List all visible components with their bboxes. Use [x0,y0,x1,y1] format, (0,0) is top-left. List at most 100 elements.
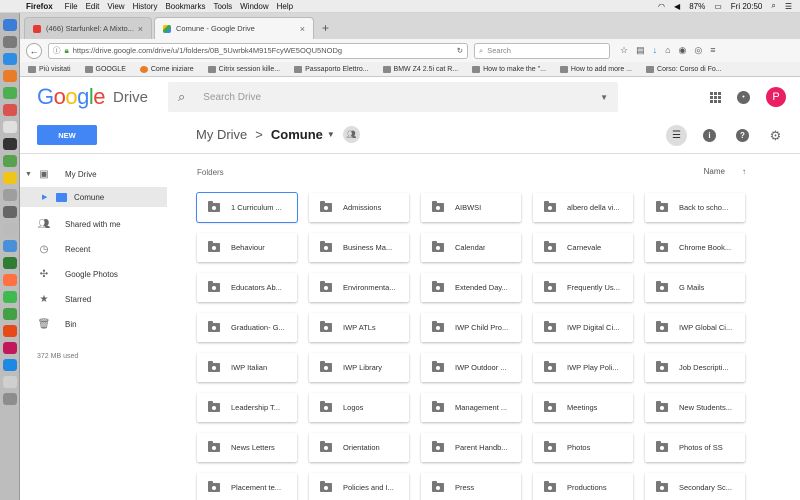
search-options-icon[interactable]: ▼ [600,93,608,102]
bookmark-item[interactable]: Più visitati [28,65,71,73]
bookmark-item[interactable]: How to make the "... [472,65,546,73]
shared-people-icon[interactable]: 👥︎ [342,126,360,143]
folder-item[interactable]: Meetings [533,393,633,422]
folder-item[interactable]: Leadership T... [197,393,297,422]
menu-history[interactable]: History [133,2,166,11]
bookmark-item[interactable]: GOOGLE [84,65,126,73]
folder-item[interactable]: Back to scho... [645,193,745,222]
storage-usage[interactable]: 372 MB used [37,353,78,360]
browser-search-input[interactable]: ⌕ Search [474,42,610,59]
expand-arrow-icon[interactable]: ▶ [42,193,47,201]
bookmark-item[interactable]: How to add more ... [559,65,632,73]
chrome-icon[interactable] [3,87,17,99]
folder-item[interactable]: albero della vi... [533,193,633,222]
sort-label[interactable]: Name [704,167,725,176]
address-bar[interactable]: ⓘ 🔒︎ https://drive.google.com/drive/u/1/… [48,42,468,59]
new-button[interactable]: NEW [37,125,97,145]
folder-item[interactable]: IWP Child Pro... [421,313,521,342]
back-button[interactable]: ← [26,42,42,59]
folder-item[interactable]: Logos [309,393,409,422]
folder-item[interactable]: News Letters [197,433,297,462]
folder-item[interactable]: IWP Italian [197,353,297,382]
folder-item[interactable]: IWP Outdoor ... [421,353,521,382]
google-logo[interactable]: Google [37,84,106,110]
pocket-icon[interactable]: ◉ [679,45,687,56]
volume-icon[interactable]: ◀ [674,2,680,11]
bookmark-item[interactable]: Corso: Corso di Fo... [646,65,722,73]
mail-icon[interactable] [3,240,17,252]
reading-list-icon[interactable]: ▤ [636,45,645,56]
folder-item[interactable]: 1 Curriculum ... [197,193,297,222]
folder-item[interactable]: IWP Play Poli... [533,353,633,382]
firefox-icon[interactable] [3,70,17,82]
folder-item[interactable]: IWP Digital Ci... [533,313,633,342]
sidebar-item-recent[interactable]: ◷ Recent [20,237,167,262]
folder-item[interactable]: Environmenta... [309,273,409,302]
folder-item[interactable]: Secondary Sc... [645,473,745,500]
folder-item[interactable]: Photos of SS [645,433,745,462]
extension-icon[interactable]: ◎ [694,45,702,56]
sidebar-item-bin[interactable]: 🗑︎ Bin [20,312,167,337]
folder-item[interactable]: Management ... [421,393,521,422]
download-icon[interactable]: ↓ [653,45,658,56]
bookmark-star-icon[interactable]: ☆ [620,45,628,56]
ibooks-icon[interactable] [3,342,17,354]
list-view-icon[interactable]: ☰ [666,125,687,146]
bookmark-item[interactable]: BMW Z4 2.5i cat R... [382,65,458,73]
folder-item[interactable]: Photos [533,433,633,462]
hamburger-menu-icon[interactable]: ≡ [710,45,715,56]
maps-icon[interactable] [3,155,17,167]
search-icon[interactable]: ⌕ [178,89,185,105]
textedit-icon[interactable] [3,223,17,235]
sort-direction-icon[interactable]: ↑ [742,167,746,176]
details-info-icon[interactable]: i [699,125,720,146]
notification-center-icon[interactable]: ☰ [785,2,792,11]
wifi-icon[interactable]: ◠ [658,2,665,11]
folder-icon[interactable] [3,376,17,388]
menu-edit[interactable]: Edit [86,2,108,11]
menu-tools[interactable]: Tools [213,2,240,11]
folder-item[interactable]: Press [421,473,521,500]
folder-item[interactable]: AIBWSI [421,193,521,222]
menu-bookmarks[interactable]: Bookmarks [165,2,213,11]
launchpad-icon[interactable] [3,36,17,48]
sort-control[interactable]: Name ↑ [704,167,746,176]
folder-item[interactable]: Placement te... [197,473,297,500]
sidebar-item-starred[interactable]: ★ Starred [20,287,167,312]
sidebar-item-shared-with-me[interactable]: 👥︎ Shared with me [20,212,167,237]
preview-icon[interactable] [3,189,17,201]
numbers-icon[interactable] [3,308,17,320]
help-icon[interactable]: ? [732,125,753,146]
avatar[interactable]: P [766,87,786,107]
reload-icon[interactable]: ↻ [457,46,463,55]
drive-search-input[interactable]: ⌕ Search Drive ▼ [168,82,618,112]
bookmark-item[interactable]: Passaporto Elettro... [294,65,369,73]
menu-help[interactable]: Help [277,2,301,11]
notes-icon[interactable] [3,121,17,133]
folder-item[interactable]: IWP Global Ci... [645,313,745,342]
folder-item[interactable]: Chrome Book... [645,233,745,262]
stickies-icon[interactable] [3,172,17,184]
calendar-icon[interactable] [3,104,17,116]
folder-item[interactable]: Admissions [309,193,409,222]
info-icon[interactable]: ⓘ [53,45,61,56]
chevron-down-icon[interactable]: ▼ [327,130,335,139]
folder-item[interactable]: Graduation- G... [197,313,297,342]
notifications-icon[interactable]: • [737,90,750,104]
folder-item[interactable]: Calendar [421,233,521,262]
battery-percent[interactable]: 87% [689,2,705,11]
messages-icon[interactable] [3,291,17,303]
breadcrumb-root[interactable]: My Drive [196,127,247,142]
folder-item[interactable]: G Mails [645,273,745,302]
itunes-icon[interactable] [3,325,17,337]
finder-icon[interactable] [3,19,17,31]
new-tab-icon[interactable]: + [316,21,335,39]
browser-tab-youtube[interactable]: (466) Starfunkel: A Mixto... × [24,17,152,39]
app-store-icon[interactable] [3,359,17,371]
folder-item[interactable]: Behaviour [197,233,297,262]
bookmark-item[interactable]: Come iniziare [139,65,194,73]
folder-item[interactable]: Productions [533,473,633,500]
sidebar-item-comune[interactable]: ▶ Comune [20,187,167,207]
trash-dock-icon[interactable] [3,393,17,405]
home-icon[interactable]: ⌂ [665,45,670,56]
